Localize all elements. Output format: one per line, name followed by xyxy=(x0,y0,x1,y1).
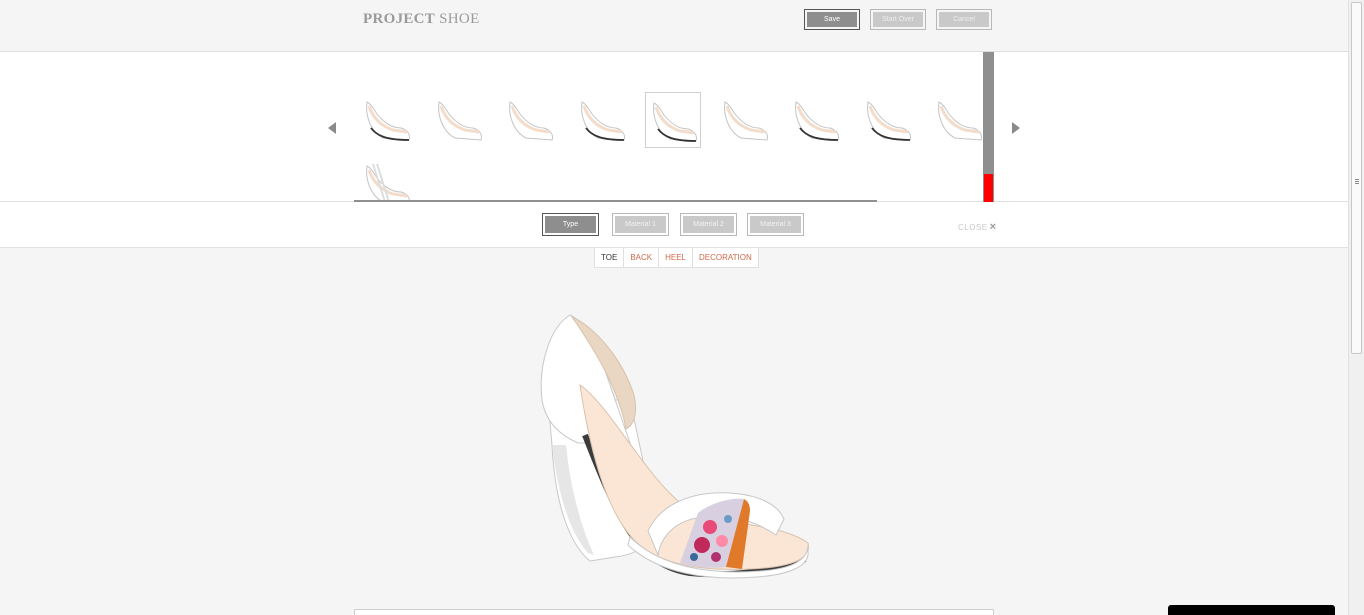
shoe-thumbnail-image xyxy=(653,102,697,142)
shoe-thumbnail[interactable] xyxy=(931,92,987,148)
shoe-thumbnail-image xyxy=(437,101,482,141)
tab-material-1[interactable]: Material 1 xyxy=(612,213,669,236)
tab-material-3-label: Material 3 xyxy=(750,216,801,233)
notification-popup xyxy=(1168,605,1335,615)
shoe-thumbnail-image xyxy=(795,101,839,141)
shoe-thumbnail-image xyxy=(509,101,553,141)
part-heel[interactable]: HEEL xyxy=(659,248,694,267)
shoe-thumbnail-image xyxy=(866,101,911,141)
shoe-thumbnail-image xyxy=(580,101,625,141)
page-scroll-thumb[interactable] xyxy=(1351,2,1362,354)
start-over-button[interactable]: Start Over xyxy=(870,9,926,30)
style-picker xyxy=(0,52,1348,205)
logo-bold: PROJECT xyxy=(363,11,436,27)
carousel-next-arrow-icon[interactable] xyxy=(1012,122,1020,134)
picker-scroll-thumb[interactable] xyxy=(984,174,993,202)
shoe-thumbnail[interactable] xyxy=(717,92,773,148)
logo-rest: SHOE xyxy=(435,11,480,27)
tab-material-2-label: Material 2 xyxy=(683,216,734,233)
close-button[interactable]: CLOSE × xyxy=(958,221,997,233)
customize-tabbar: Type Material 1 Material 2 Material 3 CL… xyxy=(0,202,1348,248)
shoe-thumbnail[interactable] xyxy=(788,92,844,148)
shoe-thumbnail[interactable] xyxy=(645,92,701,148)
close-label: CLOSE xyxy=(958,223,988,232)
tab-material-2[interactable]: Material 2 xyxy=(680,213,737,236)
carousel-prev-arrow-icon[interactable] xyxy=(328,122,336,134)
save-button[interactable]: Save xyxy=(804,9,860,30)
page-scrollbar[interactable] xyxy=(1348,0,1364,615)
picker-vertical-scrollbar[interactable] xyxy=(983,52,994,203)
app-header: PROJECT SHOE Save Start Over Cancel xyxy=(0,0,1348,52)
shoe-thumbnail[interactable] xyxy=(574,92,630,148)
shoe-thumbnail[interactable] xyxy=(431,92,487,148)
start-over-button-label: Start Over xyxy=(873,12,923,27)
close-icon: × xyxy=(989,221,997,233)
logo: PROJECT SHOE xyxy=(363,11,480,28)
tab-material-1-label: Material 1 xyxy=(615,216,666,233)
part-decoration[interactable]: DECORATION xyxy=(693,248,758,267)
shoe-thumbnail-image xyxy=(723,101,768,141)
shoe-thumbnail[interactable] xyxy=(359,92,415,148)
tab-material-3[interactable]: Material 3 xyxy=(747,213,804,236)
shoe-thumbnail[interactable] xyxy=(502,92,558,148)
cancel-button[interactable]: Cancel xyxy=(936,9,992,30)
shoe-thumbnail-image xyxy=(366,101,410,141)
material-panel-edge xyxy=(354,609,994,615)
part-back[interactable]: BACK xyxy=(624,248,660,267)
shoe-preview xyxy=(540,314,809,579)
cancel-button-label: Cancel xyxy=(939,12,989,27)
tab-type[interactable]: Type xyxy=(542,213,599,236)
tab-type-label: Type xyxy=(545,216,596,233)
save-button-label: Save xyxy=(807,12,857,27)
part-selector: TOE BACK HEEL DECORATION xyxy=(594,248,759,268)
part-toe[interactable]: TOE xyxy=(595,248,625,267)
shoe-thumbnail[interactable] xyxy=(860,92,916,148)
shoe-thumbnail-image xyxy=(938,101,982,141)
